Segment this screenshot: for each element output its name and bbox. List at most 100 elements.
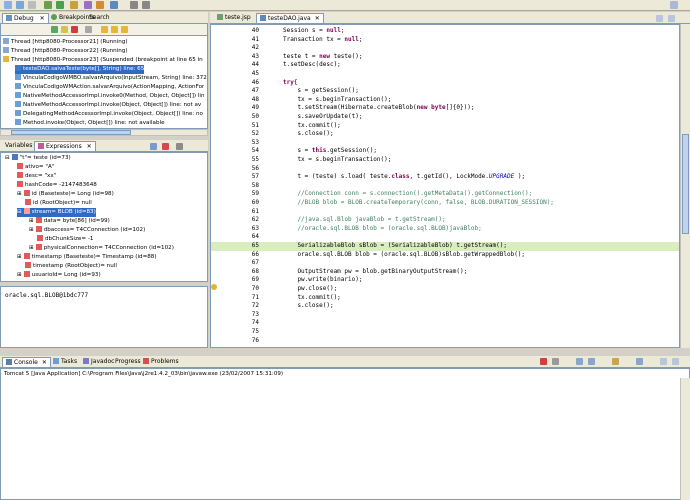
list-item[interactable]: Thread [http8080-Processor23] (Suspended… [3, 56, 203, 65]
tree-item[interactable]: ⊞ physicalConnection= T4CConnection (id=1… [29, 244, 174, 253]
tree-item[interactable]: ⊞ timestamp (Baseteste)= Timestamp (id=88… [17, 253, 157, 262]
maximize-icon[interactable] [672, 358, 679, 365]
collapse-all-icon[interactable] [150, 143, 157, 150]
code-line[interactable]: 62 //java.sql.Blob javaBlob = t.getStrea… [211, 216, 679, 225]
detail-pane[interactable]: oracle.sql.BLOB@1bdc777 [0, 286, 208, 348]
remove-launch-icon[interactable] [552, 358, 559, 365]
code-line[interactable]: 70 pw.close(); [211, 285, 679, 294]
tab-teste-jsp[interactable]: teste.jsp [214, 13, 254, 23]
code-line[interactable]: 51 tx.commit(); [211, 122, 679, 131]
editor-vscrollbar[interactable] [680, 24, 690, 348]
minimize-icon[interactable] [656, 15, 663, 22]
run-icon[interactable] [56, 1, 64, 9]
console-vscrollbar[interactable] [680, 378, 690, 500]
scroll-thumb[interactable] [11, 130, 131, 135]
close-icon[interactable]: ✕ [42, 359, 47, 366]
tree-item[interactable]: ⊞ usuarioId= Long (id=93) [17, 271, 101, 280]
stack-frame[interactable]: DelegatingMethodAccessorImpl.invoke(Obje… [15, 110, 203, 119]
tab-search[interactable]: Search [86, 13, 113, 23]
code-line[interactable]: 42 [211, 44, 679, 53]
stack-frame-selected[interactable]: testeDAO.salvaTeste(byte[], String) line… [15, 65, 145, 74]
code-line[interactable]: 66 oracle.sql.BLOB blob = (oracle.sql.BL… [211, 251, 679, 260]
disconnect-icon[interactable] [85, 26, 92, 33]
code-line[interactable]: 54 s = this.getSession(); [211, 147, 679, 156]
code-line[interactable]: 56 [211, 165, 679, 174]
code-line[interactable]: 64 [211, 233, 679, 242]
step-return-icon[interactable] [121, 26, 128, 33]
forward-icon[interactable] [142, 1, 150, 9]
suspend-icon[interactable] [61, 26, 68, 33]
code-line[interactable]: 60 //BLOB blob = BLOB.createTemporary(co… [211, 199, 679, 208]
close-icon[interactable]: ✕ [40, 15, 45, 22]
expand-icon[interactable]: ⊞ [17, 254, 22, 260]
tree-item[interactable]: ativo= "A" [17, 163, 54, 172]
code-line[interactable]: 46 try{ [211, 79, 679, 88]
code-line[interactable]: 69 pw.write(binario); [211, 276, 679, 285]
code-line[interactable]: 45 [211, 70, 679, 79]
new-class-icon[interactable] [84, 1, 92, 9]
stack-frame[interactable]: VinculaCodigoWMBO.salvarArquivo(InputStr… [15, 74, 207, 83]
code-line[interactable]: 59 //Connection conn = s.connection().ge… [211, 190, 679, 199]
stack-frame[interactable]: NativeMethodAccessorImpl.invoke0(Method,… [15, 92, 205, 101]
close-icon[interactable]: ✕ [315, 15, 320, 22]
new-icon[interactable] [4, 1, 12, 9]
remove-expression-icon[interactable] [162, 143, 169, 150]
expand-icon[interactable]: ⊟ [17, 209, 22, 215]
list-item[interactable]: Thread [http8080-Processor21] (Running) [3, 38, 128, 47]
code-line[interactable]: 74 [211, 319, 679, 328]
external-tools-icon[interactable] [70, 1, 78, 9]
step-into-icon[interactable] [101, 26, 108, 33]
tab-console[interactable]: Console ✕ [2, 357, 51, 367]
code-line[interactable]: 72 s.close(); [211, 302, 679, 311]
tab-expressions[interactable]: Expressions ✕ [34, 141, 96, 151]
expand-icon[interactable]: ⊞ [17, 191, 22, 197]
tree-item[interactable]: hashCode= -2147483648 [17, 181, 97, 190]
code-line[interactable]: 47 s = getSession(); [211, 87, 679, 96]
tab-variables[interactable]: Variables [2, 141, 35, 151]
debug-run-icon[interactable] [44, 1, 52, 9]
code-line[interactable]: 40 Session s = null; [211, 27, 679, 36]
print-icon[interactable] [28, 1, 36, 9]
console-output[interactable]: Tomcat 5 [Java Application] C:\Program F… [0, 368, 690, 500]
step-over-icon[interactable] [111, 26, 118, 33]
tree-item[interactable]: ⊞ data= byte[86] (id=99) [29, 217, 110, 226]
code-line[interactable]: 43 teste t = new teste(); [211, 53, 679, 62]
tab-debug[interactable]: Debug ✕ [2, 13, 49, 23]
code-line[interactable]: 76 [211, 337, 679, 346]
tab-testedao-java[interactable]: testeDAO.java ✕ [256, 13, 324, 23]
stack-frame[interactable]: VinculaCodigoWMAction.salvarArquivo(Acti… [15, 83, 204, 92]
expand-icon[interactable]: ⊞ [17, 272, 22, 278]
list-item[interactable]: Thread [http8080-Processor22] (Running) [3, 47, 128, 56]
code-line[interactable]: 53 [211, 139, 679, 148]
open-type-icon[interactable] [96, 1, 104, 9]
back-icon[interactable] [130, 1, 138, 9]
stack-frame[interactable]: Method.invoke(Object, Object[]) line: no… [15, 119, 165, 128]
tab-tasks[interactable]: Tasks [50, 357, 80, 367]
tree-item[interactable]: ⊞ id (Baseteste)= Long (id=98) [17, 190, 114, 199]
code-line[interactable]: 68 OutputStream pw = blob.getBinaryOutpu… [211, 268, 679, 277]
expand-icon[interactable]: ⊞ [29, 227, 34, 233]
tree-item[interactable]: ⊞ dbaccess= T4CConnection (id=102) [29, 226, 145, 235]
resume-icon[interactable] [51, 26, 58, 33]
code-line[interactable]: 75 [211, 328, 679, 337]
code-line[interactable]: 49 t.setStream(Hibernate.createBlob(new … [211, 104, 679, 113]
expand-icon[interactable]: ⊞ [29, 218, 34, 224]
code-line-current[interactable]: 65 SerializableBlob sBlob = (Serializabl… [211, 242, 679, 251]
scroll-thumb[interactable] [682, 134, 689, 234]
code-line[interactable]: 55 tx = s.beginTransaction(); [211, 156, 679, 165]
code-line[interactable]: 52 s.close(); [211, 130, 679, 139]
display-console-icon[interactable] [636, 358, 643, 365]
code-line[interactable]: 57 t = (teste) s.load( teste.class, t.ge… [211, 173, 679, 182]
expand-icon[interactable]: ⊞ [29, 245, 34, 251]
view-menu-icon[interactable] [176, 143, 183, 150]
code-line[interactable]: 63 //oracle.sql.BLOB blob = (oracle.sql.… [211, 225, 679, 234]
clear-console-icon[interactable] [576, 358, 583, 365]
code-editor[interactable]: 40 Session s = null; 41 Transaction tx = nu… [210, 24, 680, 348]
code-line[interactable]: 73 [211, 311, 679, 320]
tab-progress[interactable]: Progress [112, 357, 144, 367]
code-line[interactable]: 41 Transaction tx = null; [211, 36, 679, 45]
perspective-icon[interactable] [670, 1, 678, 9]
stack-frame[interactable]: NativeMethodAccessorImpl.invoke(Object, … [15, 101, 201, 110]
close-icon[interactable]: ✕ [87, 143, 92, 150]
code-line[interactable]: 44 t.setDesc(desc); [211, 61, 679, 70]
